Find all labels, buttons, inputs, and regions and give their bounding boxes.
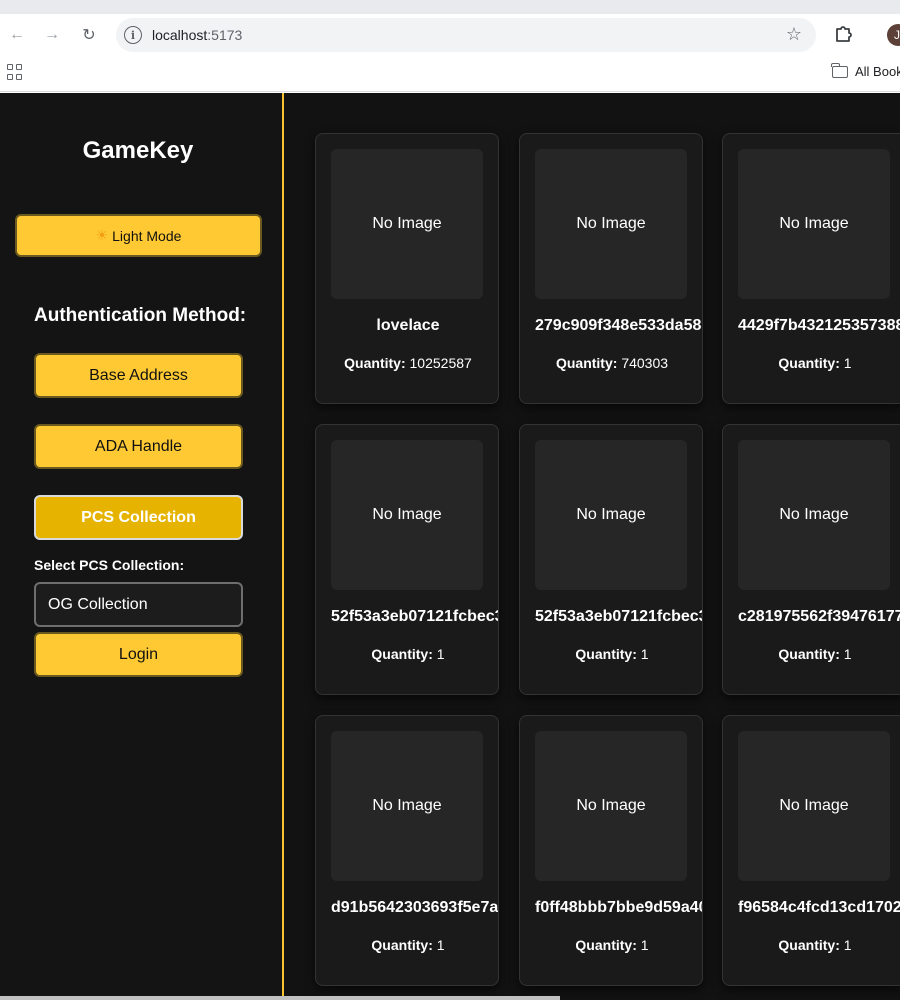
asset-image-placeholder: No Image [738,440,890,590]
quantity-value: 1 [640,937,649,953]
asset-card[interactable]: No Image 279c909f348e533da5808898f87f9a14… [519,133,703,404]
tab-strip [0,0,900,14]
asset-name: f0ff48bbb7bbe9d59a40f1ce90e9e9d0ff5002ec… [535,899,702,916]
quantity-label: Quantity: [778,937,840,953]
base-address-button[interactable]: Base Address [34,353,243,398]
reload-icon[interactable]: ↻ [77,23,101,47]
quantity-value: 1 [436,646,445,662]
asset-quantity: Quantity: 1 [316,937,498,953]
asset-card[interactable]: No Image c281975562f394761771f13f599881c5… [722,424,900,695]
asset-quantity: Quantity: 740303 [520,355,702,371]
asset-quantity: Quantity: 1 [520,646,702,662]
asset-quantity: Quantity: 1 [723,646,900,662]
asset-card[interactable]: No Image d91b5642303693f5e7a188748bf4db3b… [315,715,499,986]
theme-toggle-button[interactable]: ☀ Light Mode [15,214,262,257]
asset-card[interactable]: No Image 52f53a3eb07121fcbec36dae79f76abe… [519,424,703,695]
quantity-value: 1 [843,355,852,371]
sidebar: GameKey ☀ Light Mode Authentication Meth… [0,93,284,1000]
pcs-collection-button[interactable]: PCS Collection [34,495,243,540]
quantity-value: 10252587 [409,355,472,371]
app-root: GameKey ☀ Light Mode Authentication Meth… [0,93,900,1000]
ada-handle-button[interactable]: ADA Handle [34,424,243,469]
asset-image-placeholder: No Image [738,149,890,299]
quantity-value: 1 [640,646,649,662]
url-text: localhost:5173 [152,27,242,43]
asset-name: 52f53a3eb07121fcbec36dae79f76abedc6f3a87… [535,608,702,625]
asset-image-placeholder: No Image [331,731,483,881]
quantity-label: Quantity: [575,646,637,662]
browser-toolbar: ← → ↻ i localhost:5173 ☆ [0,14,900,56]
asset-image-placeholder: No Image [331,149,483,299]
asset-image-placeholder: No Image [535,440,687,590]
asset-card[interactable]: No Image lovelace Quantity: 10252587 [315,133,499,404]
apps-grid-icon[interactable] [7,64,23,80]
asset-name: lovelace [376,317,440,334]
asset-image-placeholder: No Image [331,440,483,590]
url-host: localhost [152,27,208,43]
asset-image-placeholder: No Image [535,731,687,881]
asset-card[interactable]: No Image 4429f7b4321253573887deb1a2c0aafb… [722,133,900,404]
asset-name: f96584c4fcd13cd1702c9be683400072dd1aac85… [738,899,900,916]
asset-name: 52f53a3eb07121fcbec36dae79f76abedc6f3a87… [331,608,498,625]
asset-image-placeholder: No Image [535,149,687,299]
quantity-label: Quantity: [555,355,618,371]
quantity-label: Quantity: [575,937,637,953]
quantity-value: 1 [843,646,852,662]
quantity-value: 1 [436,937,445,953]
site-info-icon[interactable]: i [124,26,142,44]
all-bookmarks-button[interactable]: All Bookmarks [831,62,900,79]
asset-name: 4429f7b4321253573887deb1a2c0aafbb1e24c1c… [738,317,900,334]
asset-name: c281975562f394761771f13f599881c581c0c7d0… [738,608,900,625]
asset-quantity: Quantity: 1 [316,646,498,662]
asset-quantity: Quantity: 10252587 [316,355,498,371]
asset-name: 279c909f348e533da5808898f87f9a14bb2c3dfb… [535,317,702,334]
quantity-label: Quantity: [371,646,433,662]
login-button[interactable]: Login [34,632,243,677]
back-arrow-icon[interactable]: ← [5,23,29,47]
sun-icon: ☀ [95,227,109,243]
app-logo: GameKey [82,137,194,164]
pcs-collection-select-label: Select PCS Collection: [34,557,185,573]
url-port: :5173 [207,27,243,43]
asset-card[interactable]: No Image f0ff48bbb7bbe9d59a40f1ce90e9e9d0… [519,715,703,986]
quantity-value: 740303 [621,355,669,371]
pcs-collection-select[interactable]: OG Collection [34,582,243,627]
asset-quantity: Quantity: 1 [723,937,900,953]
quantity-label: Quantity: [778,355,840,371]
folder-icon [831,62,848,78]
quantity-label: Quantity: [344,355,406,371]
theme-toggle-label: Light Mode [112,227,182,244]
all-bookmarks-label: All Bookmarks [855,64,900,79]
horizontal-scrollbar[interactable] [0,996,560,1000]
quantity-value: 1 [843,937,852,953]
quantity-label: Quantity: [778,646,840,662]
forward-arrow-icon[interactable]: → [40,23,64,47]
asset-image-placeholder: No Image [738,731,890,881]
asset-card[interactable]: No Image f96584c4fcd13cd1702c9be683400072… [722,715,900,986]
bookmarks-bar: All Bookmarks [0,56,900,92]
asset-quantity: Quantity: 1 [520,937,702,953]
quantity-label: Quantity: [371,937,433,953]
asset-quantity: Quantity: 1 [723,355,900,371]
bookmark-star-icon[interactable]: ☆ [786,24,802,45]
extensions-puzzle-icon[interactable] [833,23,853,43]
auth-method-title: Authentication Method: [34,305,247,326]
asset-card[interactable]: No Image 52f53a3eb07121fcbec36dae79f76abe… [315,424,499,695]
address-bar[interactable]: i localhost:5173 ☆ [116,18,816,52]
asset-name: d91b5642303693f5e7a188748bf4db3bb1e3f6f5… [331,899,499,916]
